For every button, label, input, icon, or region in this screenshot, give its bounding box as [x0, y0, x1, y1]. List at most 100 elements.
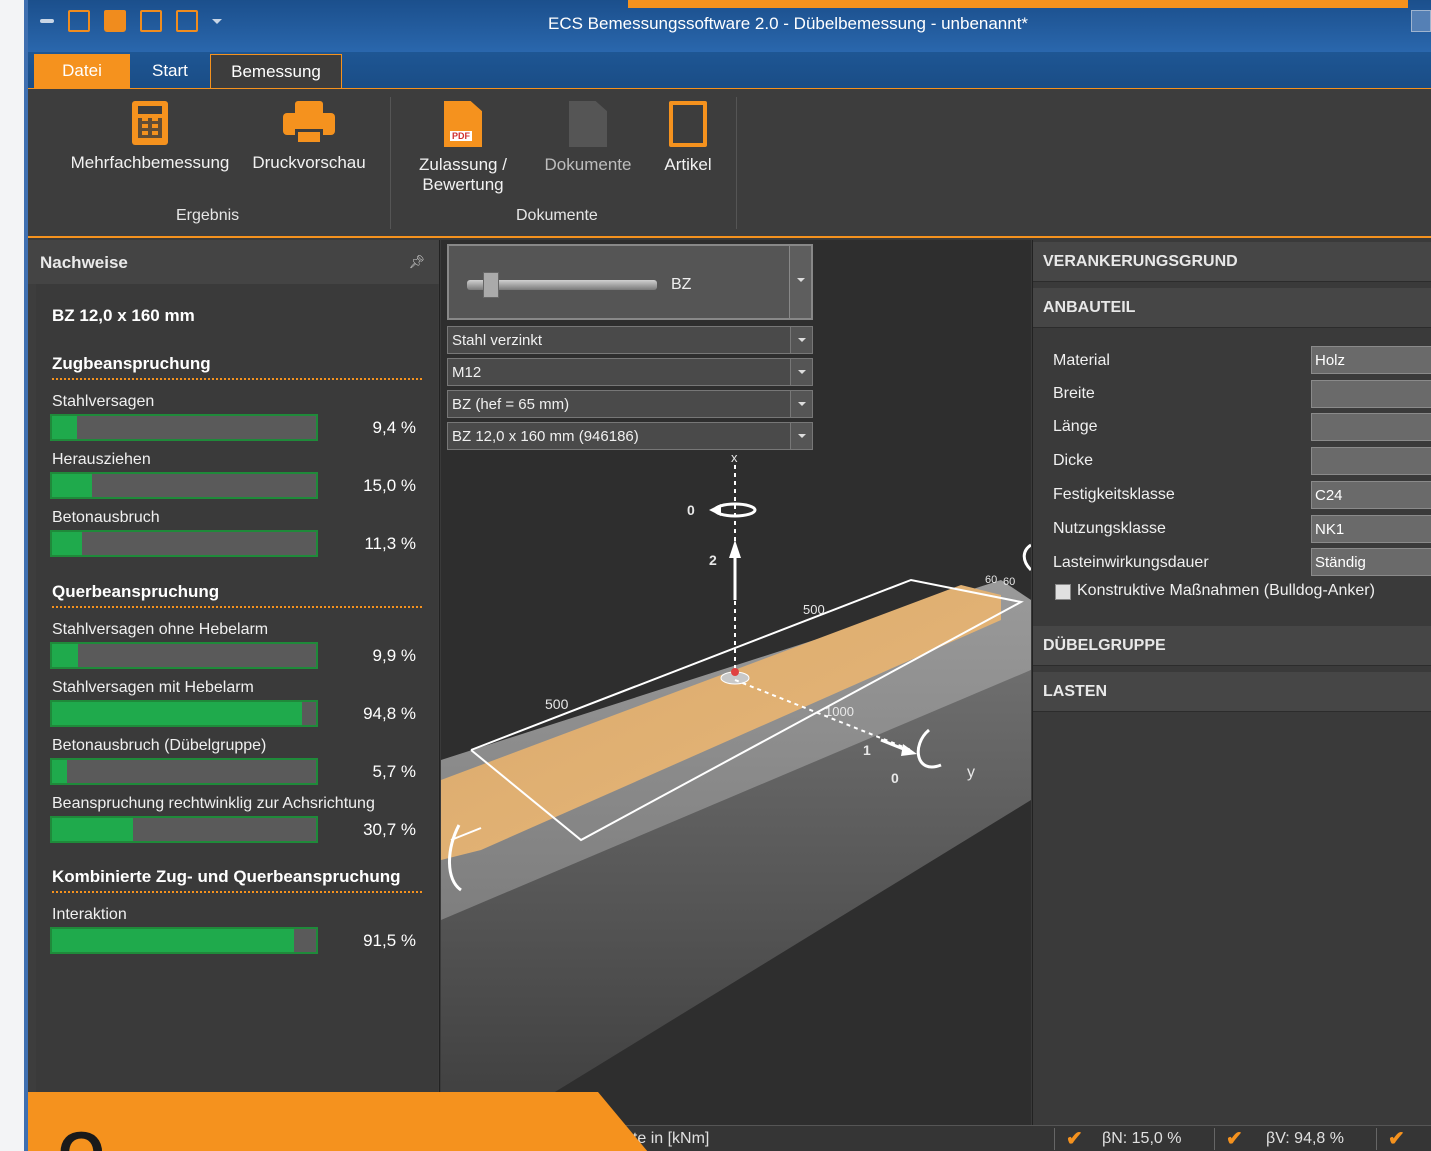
save-as-icon[interactable]: [176, 10, 198, 32]
dimension-label: 500: [803, 602, 825, 617]
utilization-value: 15,0 %: [363, 476, 416, 495]
check-label: Stahlversagen ohne Hebelarm: [52, 621, 269, 638]
utilization-value: 9,4 %: [372, 418, 416, 437]
promo-text: O: [58, 1124, 105, 1151]
pdf-document-icon: PDF: [444, 101, 482, 147]
utilization-bar: [50, 700, 318, 727]
nachweise-content: BZ 12,0 x 160 mm Zugbeanspruchung Stahlv…: [36, 284, 438, 1124]
bar-fill: [52, 644, 79, 667]
bar-fill: [52, 760, 68, 783]
dropdown-arrow-icon[interactable]: [790, 423, 812, 449]
laenge-field[interactable]: [1311, 413, 1431, 441]
properties-panel: VERANKERUNGSGRUND ANBAUTEIL Material Hol…: [1032, 240, 1431, 1125]
section-kombiniert: Kombinierte Zug- und Querbeanspruchung: [52, 867, 422, 893]
breite-field[interactable]: [1311, 380, 1431, 408]
check-label: Betonausbruch: [52, 509, 160, 526]
axis-label-y: y: [967, 764, 975, 781]
article-document-icon: [669, 101, 707, 147]
anchor-title: BZ 12,0 x 160 mm: [52, 306, 195, 325]
ok-check-icon: ✔: [1226, 1128, 1243, 1150]
size-select[interactable]: M12: [447, 358, 813, 386]
utilization-bar: [50, 758, 318, 785]
utilization-value: 5,7 %: [372, 762, 416, 781]
open-folder-icon[interactable]: [104, 10, 126, 32]
dropdown-arrow-icon[interactable]: [790, 327, 812, 353]
section-lasten[interactable]: LASTEN: [1033, 672, 1431, 712]
article-select[interactable]: BZ 12,0 x 160 mm (946186): [447, 422, 813, 450]
depth-select[interactable]: BZ (hef = 65 mm): [447, 390, 813, 418]
moment-value-top: 0: [687, 502, 695, 518]
nachweise-panel: Nachweise 📌︎ BZ 12,0 x 160 mm Zugbeanspr…: [28, 240, 440, 1125]
status-separator: [1054, 1128, 1055, 1150]
moment-value-y: 0: [891, 770, 899, 786]
utilization-bar: [50, 927, 318, 954]
save-icon[interactable]: [140, 10, 162, 32]
field-label: Länge: [1053, 418, 1098, 435]
group-label-dokumente: Dokumente: [516, 207, 598, 224]
utilization-value: 30,7 %: [363, 820, 416, 839]
status-separator: [1214, 1128, 1215, 1150]
section-verankerungsgrund[interactable]: VERANKERUNGSGRUND: [1033, 242, 1431, 282]
utilization-value: 11,3 %: [364, 534, 416, 553]
pin-icon[interactable]: 📌︎: [408, 254, 425, 270]
group-label-ergebnis: Ergebnis: [176, 207, 240, 224]
status-separator: [1376, 1128, 1377, 1150]
utilization-bar: [50, 642, 318, 669]
ok-check-icon: ✔: [1388, 1128, 1405, 1150]
beta-n-status: βN: 15,0 %: [1102, 1130, 1182, 1147]
mehrfachbemessung-label: Mehrfachbemessung: [70, 153, 230, 172]
mehrfachbemessung-button[interactable]: Mehrfachbemessung: [50, 101, 250, 173]
material-field[interactable]: Holz: [1311, 346, 1431, 374]
tab-bemessung[interactable]: Bemessung: [210, 54, 342, 88]
3d-viewport[interactable]: BZ Stahl verzinkt M12 BZ (hef = 65 mm) B…: [441, 240, 1031, 1125]
section-duebelgruppe[interactable]: DÜBELGRUPPE: [1033, 626, 1431, 666]
dimension-label: 60: [985, 574, 998, 586]
lasteinwirkungsdauer-field[interactable]: Ständig: [1311, 548, 1431, 576]
new-file-icon[interactable]: [68, 10, 90, 32]
dropdown-arrow-icon[interactable]: [790, 359, 812, 385]
field-label: Dicke: [1053, 452, 1094, 469]
ribbon-tabs: Datei Start Bemessung: [28, 52, 1431, 88]
app-menu-icon[interactable]: [40, 19, 54, 23]
ok-check-icon: ✔: [1066, 1128, 1083, 1150]
bar-fill: [52, 416, 77, 439]
festigkeitsklasse-field[interactable]: C24: [1311, 481, 1431, 509]
section-zug: Zugbeanspruchung: [52, 354, 422, 380]
beta-v-status: βV: 94,8 %: [1266, 1130, 1344, 1147]
druckvorschau-button[interactable]: Druckvorschau: [246, 101, 372, 173]
dropdown-arrow-icon[interactable]: [790, 391, 812, 417]
bulldog-checkbox[interactable]: [1055, 584, 1071, 600]
section-anbauteil[interactable]: ANBAUTEIL: [1033, 288, 1431, 328]
field-label: Festigkeitsklasse: [1053, 486, 1175, 503]
material-value: Stahl verzinkt: [452, 332, 543, 349]
printer-icon: [283, 101, 335, 145]
check-label: Stahlversagen: [52, 393, 155, 410]
tab-start[interactable]: Start: [136, 54, 204, 88]
bar-fill: [52, 702, 303, 725]
dropdown-arrow-icon[interactable]: [789, 246, 811, 318]
utilization-bar: [50, 816, 318, 843]
calculator-icon: [132, 101, 168, 145]
nutzungsklasse-field[interactable]: NK1: [1311, 515, 1431, 543]
zulassung-button[interactable]: PDF Zulassung / Bewertung: [412, 101, 514, 195]
promo-overlay: O: [28, 1092, 648, 1151]
dokumente-label: Dokumente: [544, 155, 632, 174]
material-select[interactable]: Stahl verzinkt: [447, 326, 813, 354]
dimension-label: 1000: [825, 704, 854, 719]
tab-datei[interactable]: Datei: [34, 54, 130, 88]
zulassung-label: Zulassung / Bewertung: [419, 155, 507, 194]
artikel-button[interactable]: Artikel: [654, 101, 722, 175]
utilization-bar: [50, 472, 318, 499]
dimension-label: 500: [545, 696, 569, 712]
field-label: Breite: [1053, 385, 1095, 402]
window-control-button[interactable]: [1411, 10, 1431, 32]
customize-dropdown-icon[interactable]: [212, 19, 222, 29]
anchor-marker: [731, 668, 739, 676]
dicke-field[interactable]: [1311, 447, 1431, 475]
anchor-type-dropdown[interactable]: BZ: [447, 244, 813, 320]
bar-fill: [52, 532, 82, 555]
bar-fill: [52, 929, 294, 952]
dimension-label: 60: [1003, 576, 1016, 588]
field-label: Material: [1053, 352, 1110, 369]
dokumente-button[interactable]: Dokumente: [536, 101, 640, 175]
